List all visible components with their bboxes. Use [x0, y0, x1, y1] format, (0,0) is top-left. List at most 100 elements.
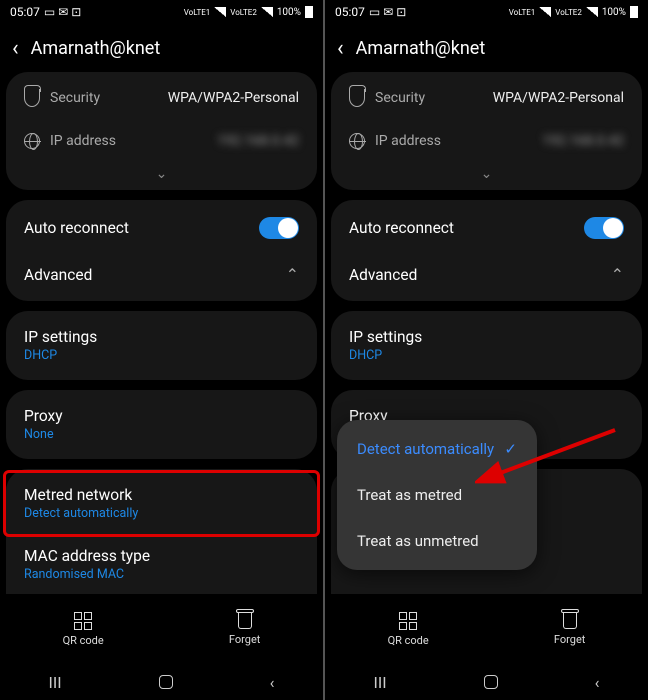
globe-icon [24, 133, 40, 149]
chevron-down-icon: ⌄ [156, 166, 168, 182]
status-icon: ▭ ✉ ⊡ [44, 5, 81, 19]
auto-reconnect-row[interactable]: Auto reconnect [6, 204, 317, 252]
dropdown-opt3-label: Treat as unmetred [357, 532, 479, 550]
battery-icon [630, 6, 638, 18]
proxy-row[interactable]: Proxy None [6, 394, 317, 455]
network-info-card: Security WPA/WPA2-Personal IP address 19… [6, 72, 317, 190]
header: ‹ Amarnath@knet [325, 24, 648, 72]
forget-button[interactable]: Forget [554, 613, 585, 646]
network-info-card: Security WPA/WPA2-Personal IP address 19… [331, 72, 642, 190]
auto-reconnect-toggle[interactable] [259, 217, 299, 239]
security-label: Security [375, 90, 425, 106]
auto-reconnect-row[interactable]: Auto reconnect [331, 204, 642, 252]
dropdown-option-detect[interactable]: Detect automatically ✓ [337, 426, 537, 472]
globe-icon [349, 133, 365, 149]
signal-icon [214, 7, 226, 17]
ip-row: IP address 192.168.0.42 [331, 120, 642, 162]
shield-icon [349, 89, 365, 107]
dropdown-option-unmetered[interactable]: Treat as unmetred [337, 518, 537, 564]
advanced-row[interactable]: Advanced ⌃ [331, 252, 642, 297]
status-icon: ▭ ✉ ⊡ [369, 5, 406, 19]
trash-icon [563, 613, 577, 629]
nav-back[interactable]: ‹ [270, 673, 275, 692]
auto-reconnect-label: Auto reconnect [24, 219, 129, 237]
bottom-bar: QR code Forget [325, 594, 648, 664]
metered-network-row[interactable]: Metred network Detect automatically [3, 470, 320, 537]
qr-label: QR code [388, 634, 429, 647]
ip-settings-label: IP settings [349, 328, 422, 346]
forget-label: Forget [554, 633, 585, 646]
chevron-up-icon: ⌃ [611, 265, 624, 284]
security-value: WPA/WPA2-Personal [168, 90, 299, 106]
nav-recents[interactable]: III [49, 673, 62, 692]
ip-settings-value: DHCP [349, 348, 422, 363]
qr-code-button[interactable]: QR code [63, 612, 104, 647]
signal-icon-2 [586, 7, 598, 17]
proxy-label: Proxy [24, 407, 63, 425]
security-row: Security WPA/WPA2-Personal [331, 76, 642, 120]
qr-icon [74, 612, 92, 630]
check-icon: ✓ [504, 440, 517, 458]
ip-settings-row[interactable]: IP settings DHCP [331, 315, 642, 376]
expand-toggle[interactable]: ⌄ [331, 162, 642, 186]
qr-label: QR code [63, 634, 104, 647]
security-value: WPA/WPA2-Personal [493, 90, 624, 106]
lte-icon: VoLTE1 [184, 8, 211, 17]
ip-row: IP address 192.168.0.42 [6, 120, 317, 162]
battery-icon [305, 6, 313, 18]
ip-label: IP address [50, 133, 116, 149]
auto-reconnect-label: Auto reconnect [349, 219, 454, 237]
qr-icon [399, 612, 417, 630]
status-bar: 05:07 ▭ ✉ ⊡ VoLTE1 VoLTE2 100% [325, 0, 648, 24]
advanced-label: Advanced [349, 266, 417, 284]
signal-icon-2 [261, 7, 273, 17]
header: ‹ Amarnath@knet [0, 24, 323, 72]
qr-code-button[interactable]: QR code [388, 612, 429, 647]
proxy-value: None [24, 427, 63, 442]
page-title: Amarnath@knet [356, 38, 486, 59]
back-button[interactable]: ‹ [337, 36, 344, 61]
signal-icon [539, 7, 551, 17]
ip-settings-value: DHCP [24, 348, 97, 363]
auto-reconnect-toggle[interactable] [584, 217, 624, 239]
nav-home[interactable] [484, 675, 498, 689]
advanced-label: Advanced [24, 266, 92, 284]
ip-value: 192.168.0.42 [217, 133, 299, 149]
bottom-bar: QR code Forget [0, 594, 323, 664]
forget-button[interactable]: Forget [229, 613, 260, 646]
battery-pct: 100% [602, 7, 626, 18]
metered-value: Detect automatically [24, 506, 138, 521]
security-label: Security [50, 90, 100, 106]
lte-icon-2: VoLTE2 [555, 8, 582, 17]
nav-home[interactable] [159, 675, 173, 689]
advanced-row[interactable]: Advanced ⌃ [6, 252, 317, 297]
battery-pct: 100% [277, 7, 301, 18]
ip-value: 192.168.0.42 [542, 133, 624, 149]
nav-recents[interactable]: III [374, 673, 387, 692]
dropdown-opt1-label: Detect automatically [357, 440, 494, 458]
chevron-up-icon: ⌃ [286, 265, 299, 284]
nav-bar: III ‹ [325, 664, 648, 700]
mac-type-label: MAC address type [24, 547, 150, 565]
expand-toggle[interactable]: ⌄ [6, 162, 317, 186]
mac-type-row[interactable]: MAC address type Randomised MAC [6, 534, 317, 594]
page-title: Amarnath@knet [31, 38, 161, 59]
status-time: 05:07 [335, 5, 365, 19]
lte-icon-2: VoLTE2 [230, 8, 257, 17]
metered-dropdown: Detect automatically ✓ Treat as metred T… [337, 420, 537, 570]
shield-icon [24, 89, 40, 107]
screen-left: 05:07 ▭ ✉ ⊡ VoLTE1 VoLTE2 100% ‹ Amarnat… [0, 0, 323, 700]
status-time: 05:07 [10, 5, 40, 19]
lte-icon: VoLTE1 [509, 8, 536, 17]
chevron-down-icon: ⌄ [481, 166, 493, 182]
screen-right: 05:07 ▭ ✉ ⊡ VoLTE1 VoLTE2 100% ‹ Amarnat… [325, 0, 648, 700]
mac-address-row: MAC address [331, 583, 642, 594]
nav-back[interactable]: ‹ [595, 673, 600, 692]
back-button[interactable]: ‹ [12, 36, 19, 61]
metered-label: Metred network [24, 486, 138, 504]
dropdown-option-metered[interactable]: Treat as metred [337, 472, 537, 518]
security-row: Security WPA/WPA2-Personal [6, 76, 317, 120]
ip-settings-row[interactable]: IP settings DHCP [6, 315, 317, 376]
forget-label: Forget [229, 633, 260, 646]
status-bar: 05:07 ▭ ✉ ⊡ VoLTE1 VoLTE2 100% [0, 0, 323, 24]
